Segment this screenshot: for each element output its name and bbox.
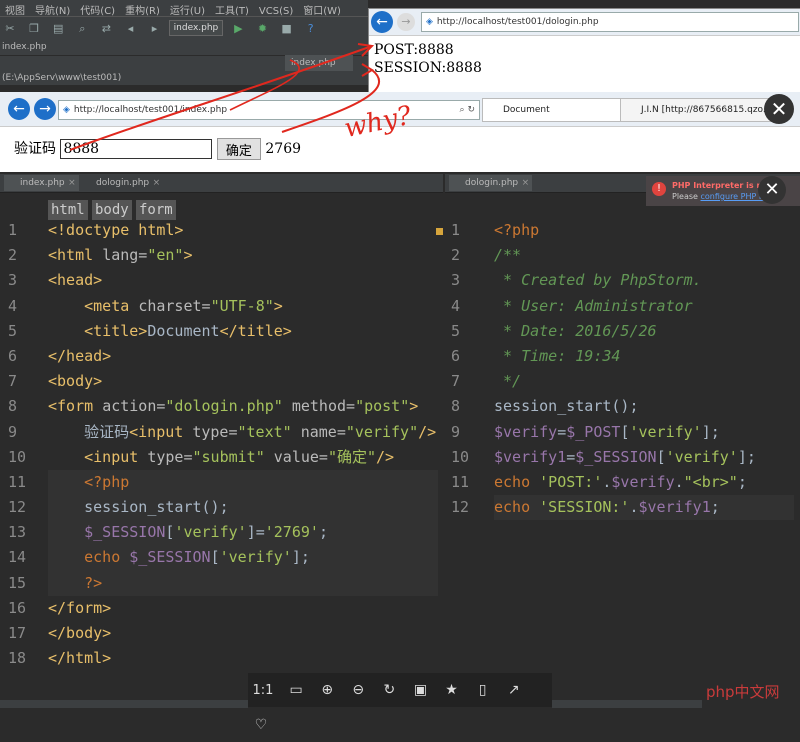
status-bar-right (552, 700, 702, 708)
zoom-out-icon[interactable]: ⊖ (345, 673, 371, 707)
status-bar-left (0, 700, 248, 708)
annotation-arrow-3 (229, 59, 300, 111)
annotation-arrow-1 (69, 45, 373, 151)
zoom-reset-button[interactable]: 1:1 (248, 674, 278, 708)
annotation-arrow-2-head (361, 63, 374, 77)
annotation-overlay: why? (69, 43, 415, 151)
save-icon[interactable]: ▣ (407, 673, 433, 707)
annotation-text: why? (342, 101, 415, 145)
image-viewer-toolbar: 1:1 ▭ ⊕ ⊖ ↻ ▣ ★ ▯ ↗ ♡ (248, 673, 552, 733)
phone-icon[interactable]: ▯ (470, 673, 496, 707)
zoom-in-icon[interactable]: ⊕ (314, 673, 340, 707)
rotate-icon[interactable]: ↻ (376, 673, 402, 707)
like-icon[interactable]: ♡ (248, 708, 274, 742)
watermark-logo: php中文网 (706, 683, 780, 701)
share-icon[interactable]: ↗ (501, 673, 527, 707)
bookmark-icon[interactable]: ★ (439, 673, 465, 707)
fit-screen-icon[interactable]: ▭ (283, 673, 309, 707)
